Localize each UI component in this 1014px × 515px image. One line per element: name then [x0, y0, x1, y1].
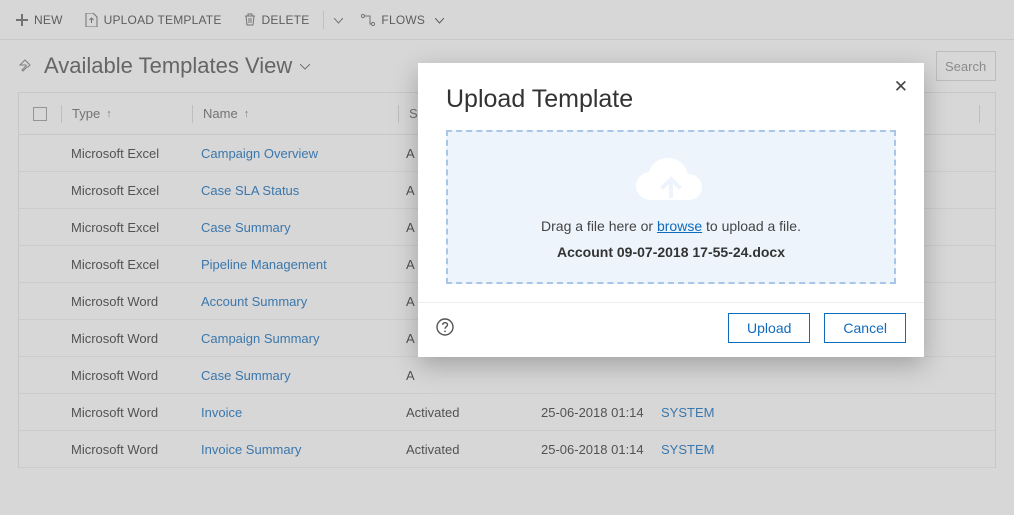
dropzone-suffix: to upload a file. [702, 218, 801, 234]
dialog-footer: Upload Cancel [418, 302, 924, 357]
browse-link[interactable]: browse [657, 218, 702, 234]
file-dropzone[interactable]: Drag a file here or browse to upload a f… [446, 130, 896, 284]
help-button[interactable] [436, 318, 454, 339]
cloud-upload-icon [632, 156, 710, 208]
upload-button[interactable]: Upload [728, 313, 810, 343]
selected-file-name: Account 09-07-2018 17-55-24.docx [464, 244, 878, 260]
upload-template-dialog: ✕ Upload Template Drag a file here or br… [418, 63, 924, 357]
close-icon: ✕ [894, 77, 908, 96]
dialog-title: Upload Template [446, 85, 896, 114]
close-button[interactable]: ✕ [894, 77, 908, 97]
dropzone-prefix: Drag a file here or [541, 218, 657, 234]
cancel-button[interactable]: Cancel [824, 313, 906, 343]
dropzone-text: Drag a file here or browse to upload a f… [464, 218, 878, 234]
help-icon [436, 318, 454, 336]
